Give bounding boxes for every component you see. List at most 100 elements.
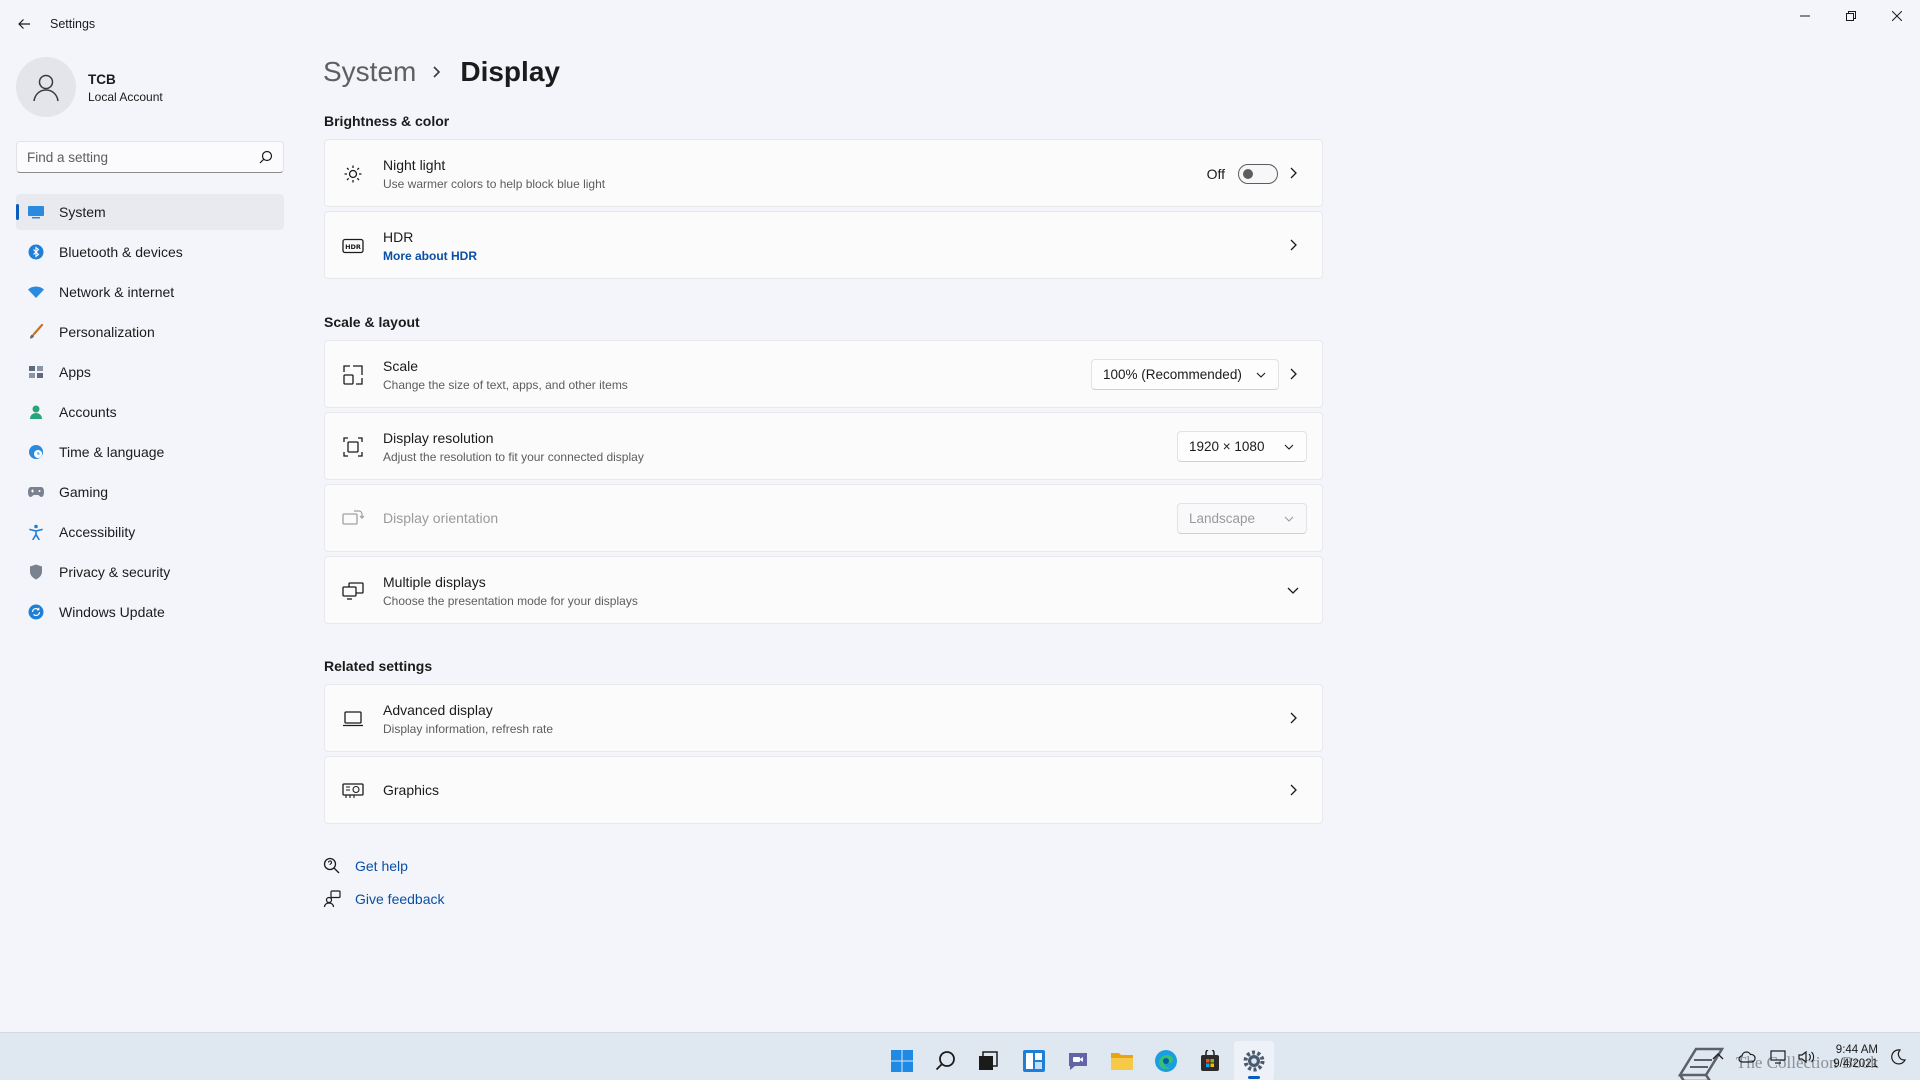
card-title: Display resolution — [383, 430, 494, 446]
system-tray — [1712, 1033, 1816, 1080]
card-title: HDR — [383, 229, 414, 245]
sidebar-item-gaming[interactable]: Gaming — [16, 474, 284, 510]
close-button[interactable] — [1874, 0, 1920, 32]
sidebar-item-system[interactable]: System — [16, 194, 284, 230]
sidebar-item-label: Network & internet — [59, 284, 175, 300]
chat-icon — [1069, 1053, 1087, 1070]
sidebar-item-label: Apps — [59, 364, 91, 380]
hdr-card[interactable]: HDR HDR More about HDR — [324, 211, 1323, 279]
start-button[interactable] — [882, 1041, 922, 1080]
scale-card[interactable]: Scale Change the size of text, apps, and… — [324, 340, 1323, 408]
toggle-state-label: Off — [1206, 166, 1225, 182]
search-placeholder: Find a setting — [27, 150, 109, 165]
widgets-button[interactable] — [1014, 1041, 1054, 1080]
help-chat-icon — [323, 857, 341, 875]
search-input[interactable]: Find a setting — [16, 141, 284, 173]
chat-button[interactable] — [1058, 1041, 1098, 1080]
widgets-icon — [1023, 1050, 1045, 1072]
volume-icon[interactable] — [1798, 1050, 1816, 1064]
sidebar-item-label: Privacy & security — [59, 564, 171, 580]
breadcrumb-parent[interactable]: System — [323, 56, 416, 88]
section-title-scale-layout: Scale & layout — [324, 314, 420, 330]
sidebar-item-personalization[interactable]: Personalization — [16, 314, 284, 350]
update-icon — [27, 603, 45, 621]
night-light-toggle[interactable] — [1238, 164, 1278, 184]
section-title-related: Related settings — [324, 658, 433, 674]
sidebar-item-privacy[interactable]: Privacy & security — [16, 554, 284, 590]
task-view-icon — [979, 1051, 998, 1070]
file-explorer-button[interactable] — [1102, 1041, 1142, 1080]
settings-taskbar-button[interactable] — [1234, 1041, 1274, 1080]
start-icon — [891, 1050, 913, 1072]
sidebar-item-time-language[interactable]: Time & language — [16, 434, 284, 470]
task-view-button[interactable] — [968, 1041, 1008, 1080]
sidebar-item-network[interactable]: Network & internet — [16, 274, 284, 310]
chevron-down-icon — [1287, 587, 1299, 594]
resolution-dropdown[interactable]: 1920 × 1080 — [1177, 431, 1307, 462]
store-button[interactable] — [1190, 1041, 1230, 1080]
graphics-card[interactable]: Graphics — [324, 756, 1323, 824]
edge-button[interactable] — [1146, 1041, 1186, 1080]
advanced-display-card[interactable]: Advanced display Display information, re… — [324, 684, 1323, 752]
back-button[interactable] — [10, 10, 38, 38]
settings-icon — [1243, 1050, 1265, 1072]
network-icon[interactable] — [1770, 1050, 1788, 1064]
search-icon — [259, 150, 273, 164]
night-light-card[interactable]: Night light Use warmer colors to help bl… — [324, 139, 1323, 207]
sidebar-item-windows-update[interactable]: Windows Update — [16, 594, 284, 630]
taskbar-clock[interactable]: 9:44 AM 9/4/2021 — [1833, 1043, 1878, 1071]
scale-icon — [342, 365, 364, 385]
chevron-down-icon — [1284, 516, 1294, 522]
sidebar-item-label: System — [59, 204, 106, 220]
focus-assist-icon[interactable] — [1890, 1049, 1906, 1065]
app-title: Settings — [50, 17, 96, 31]
display-orientation-card: Display orientation Landscape — [324, 484, 1323, 552]
chevron-down-icon — [1284, 444, 1294, 450]
apps-icon — [27, 363, 45, 381]
sidebar-nav: System Bluetooth & devices Network & int… — [16, 194, 284, 634]
card-title: Multiple displays — [383, 574, 486, 590]
clock-date: 9/4/2021 — [1833, 1058, 1878, 1070]
give-feedback-link[interactable]: Give feedback — [323, 890, 445, 908]
scale-dropdown[interactable]: 100% (Recommended) — [1091, 359, 1279, 390]
breadcrumb: System Display — [323, 56, 560, 88]
svg-text:HDR: HDR — [345, 243, 361, 251]
sidebar-item-label: Bluetooth & devices — [59, 244, 183, 260]
brush-icon — [27, 323, 45, 341]
card-title: Scale — [383, 358, 419, 374]
section-title-brightness: Brightness & color — [324, 113, 450, 129]
hdr-icon: HDR — [342, 236, 364, 256]
bluetooth-icon — [27, 243, 45, 261]
give-feedback-label: Give feedback — [355, 891, 445, 907]
minimize-button[interactable] — [1782, 0, 1828, 32]
orientation-icon — [342, 509, 364, 529]
dropdown-value: 1920 × 1080 — [1189, 439, 1265, 454]
sidebar-item-apps[interactable]: Apps — [16, 354, 284, 390]
profile-name: TCB — [88, 72, 116, 87]
resolution-icon — [342, 437, 364, 457]
get-help-link[interactable]: Get help — [323, 857, 408, 875]
sidebar-item-label: Personalization — [59, 324, 155, 340]
user-profile[interactable]: TCB Local Account — [16, 57, 286, 117]
sidebar-item-accessibility[interactable]: Accessibility — [16, 514, 284, 550]
clock-time: 9:44 AM — [1835, 1044, 1878, 1056]
chevron-up-icon[interactable] — [1712, 1052, 1724, 1062]
get-help-label: Get help — [355, 858, 408, 874]
minimize-icon — [1800, 15, 1810, 17]
profile-account-type: Local Account — [88, 90, 163, 104]
taskbar-search-button[interactable] — [926, 1041, 966, 1080]
multiple-displays-card[interactable]: Multiple displays Choose the presentatio… — [324, 556, 1323, 624]
sidebar-item-bluetooth[interactable]: Bluetooth & devices — [16, 234, 284, 270]
close-icon — [1892, 11, 1902, 21]
breadcrumb-chevron-icon — [432, 65, 442, 79]
sidebar-item-accounts[interactable]: Accounts — [16, 394, 284, 430]
restore-button[interactable] — [1828, 0, 1874, 32]
orientation-dropdown: Landscape — [1177, 503, 1307, 534]
person-icon — [27, 403, 45, 421]
more-about-hdr-link[interactable]: More about HDR — [383, 249, 477, 263]
card-subtitle: Use warmer colors to help block blue lig… — [383, 177, 606, 191]
onedrive-cloud-icon[interactable] — [1738, 1051, 1756, 1063]
wifi-icon — [27, 283, 45, 301]
display-resolution-card[interactable]: Display resolution Adjust the resolution… — [324, 412, 1323, 480]
sidebar-item-label: Windows Update — [59, 604, 165, 620]
